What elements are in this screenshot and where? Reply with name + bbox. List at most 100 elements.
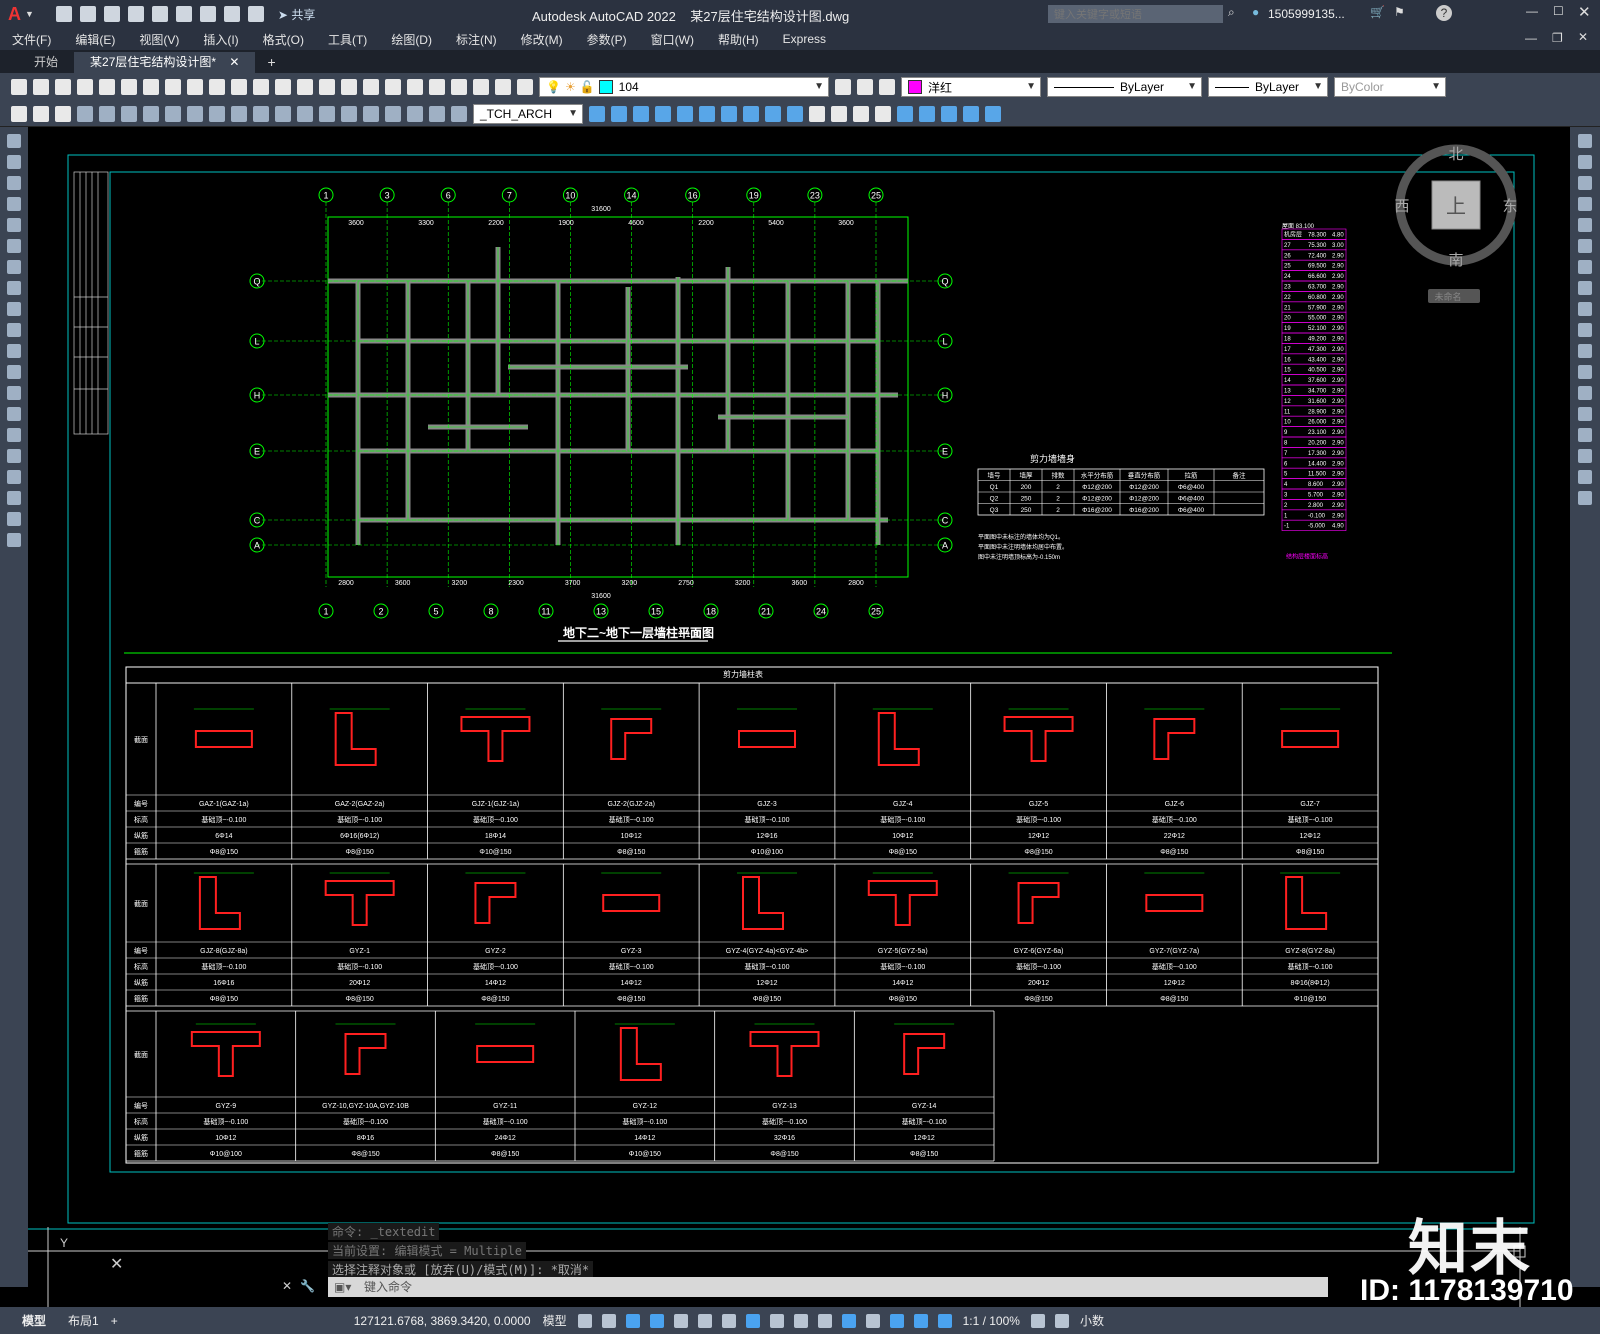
add-layout-icon[interactable]: + xyxy=(111,1314,118,1328)
new-icon[interactable] xyxy=(55,6,72,22)
spline-icon[interactable] xyxy=(7,302,21,316)
layout-tab-1[interactable]: 布局1 xyxy=(68,1312,99,1329)
tolerance-icon[interactable] xyxy=(363,105,379,122)
infer-icon[interactable] xyxy=(625,1313,640,1328)
autodesk-app-icon[interactable]: ⚑ xyxy=(1394,5,1405,19)
copy-icon[interactable] xyxy=(165,79,181,95)
stretch-icon[interactable] xyxy=(1578,302,1592,316)
dim-space-icon[interactable] xyxy=(319,105,335,122)
ellipse-icon[interactable] xyxy=(7,323,21,337)
circle-icon[interactable] xyxy=(7,260,21,274)
linetype-dropdown[interactable]: ByLayer ▼ xyxy=(1047,77,1202,97)
explode-icon[interactable] xyxy=(1578,491,1592,505)
user-name[interactable]: 1505999135... xyxy=(1268,7,1345,21)
share-button[interactable]: ➤ 共享 xyxy=(278,6,315,23)
open-file-icon[interactable] xyxy=(33,79,49,95)
workspace-gear-icon[interactable] xyxy=(1030,1313,1045,1328)
autocad-logo-icon[interactable]: A xyxy=(8,4,21,25)
preview-icon[interactable] xyxy=(99,79,115,95)
layer-state-icon[interactable] xyxy=(879,79,895,95)
extend-icon[interactable] xyxy=(1578,344,1592,358)
ucs-icon[interactable] xyxy=(897,105,913,122)
match-prop-icon[interactable] xyxy=(209,79,225,95)
view-left-icon[interactable] xyxy=(633,105,649,122)
search-box[interactable] xyxy=(1048,5,1226,25)
textstyle-dropdown[interactable]: _TCH_ARCH ▼ xyxy=(473,103,583,124)
gradient-icon[interactable] xyxy=(7,449,21,463)
minimize-icon[interactable]: — xyxy=(1526,4,1538,18)
block-icon[interactable] xyxy=(11,105,27,122)
insert-icon[interactable] xyxy=(33,105,49,122)
osnap-icon[interactable] xyxy=(745,1313,760,1328)
print-icon[interactable] xyxy=(199,6,216,22)
dim-linear-icon[interactable] xyxy=(77,105,93,122)
view-right-icon[interactable] xyxy=(655,105,671,122)
view-front-icon[interactable] xyxy=(589,105,605,122)
qnew-icon[interactable] xyxy=(11,79,27,95)
arc-icon[interactable] xyxy=(7,239,21,253)
annotation-visibility-icon[interactable] xyxy=(937,1313,952,1328)
properties-icon[interactable] xyxy=(363,79,379,95)
search-input[interactable] xyxy=(1048,5,1226,25)
trim-icon[interactable] xyxy=(1578,323,1592,337)
units-dropdown[interactable]: 小数 xyxy=(1080,1312,1104,1329)
menu-help[interactable]: 帮助(H) xyxy=(706,31,771,48)
quick-dim-icon[interactable] xyxy=(253,105,269,122)
undo-tb-icon[interactable] xyxy=(231,79,247,95)
ortho-icon[interactable] xyxy=(649,1313,664,1328)
calculator-icon[interactable] xyxy=(473,79,489,95)
make-current-icon[interactable] xyxy=(835,79,851,95)
lineweight-dropdown[interactable]: ByLayer ▼ xyxy=(1208,77,1328,97)
lineweight-toggle-icon[interactable] xyxy=(769,1313,784,1328)
viewcube[interactable]: 上 北 南 东 西 未命名 xyxy=(1394,144,1518,303)
move-icon[interactable] xyxy=(1578,239,1592,253)
cart-icon[interactable]: 🛒 xyxy=(1370,5,1385,19)
mirror-icon[interactable] xyxy=(1578,176,1592,190)
center-mark-icon[interactable] xyxy=(385,105,401,122)
tab-start[interactable]: 开始 xyxy=(18,52,74,73)
dim-aligned-icon[interactable] xyxy=(99,105,115,122)
revcloud-icon[interactable] xyxy=(7,281,21,295)
layout-tab-model[interactable]: 模型 xyxy=(22,1312,46,1329)
fillet-icon[interactable] xyxy=(1578,449,1592,463)
dim-break-icon[interactable] xyxy=(341,105,357,122)
ucs-world-icon[interactable] xyxy=(919,105,935,122)
visual-style-icon[interactable] xyxy=(809,105,825,122)
view-top-icon[interactable] xyxy=(611,105,627,122)
otrack-icon[interactable] xyxy=(721,1313,736,1328)
hidden-style-icon[interactable] xyxy=(831,105,847,122)
undo-icon[interactable] xyxy=(223,6,240,22)
viewcube-east[interactable]: 东 xyxy=(1502,198,1517,215)
paste-icon[interactable] xyxy=(187,79,203,95)
menu-tools[interactable]: 工具(T) xyxy=(316,31,379,48)
table-icon[interactable] xyxy=(7,491,21,505)
help-tb-icon[interactable] xyxy=(495,79,511,95)
command-customize-icon[interactable]: 🔧 xyxy=(300,1279,315,1293)
annotation-scale[interactable]: 1:1 / 100% xyxy=(963,1314,1020,1328)
3dosnap-icon[interactable] xyxy=(841,1313,856,1328)
view-bottom-icon[interactable] xyxy=(699,105,715,122)
plot-icon[interactable] xyxy=(77,79,93,95)
dim-radius-icon[interactable] xyxy=(165,105,181,122)
realistic-style-icon[interactable] xyxy=(853,105,869,122)
dim-angular-icon[interactable] xyxy=(231,105,247,122)
menu-view[interactable]: 视图(V) xyxy=(127,31,191,48)
add-selected-icon[interactable] xyxy=(7,533,21,547)
design-center-icon[interactable] xyxy=(385,79,401,95)
menu-insert[interactable]: 插入(I) xyxy=(191,31,250,48)
saveas-icon[interactable] xyxy=(127,6,144,22)
cut-icon[interactable] xyxy=(143,79,159,95)
drawing-canvas[interactable]: 3600 3300 2200 1900 4600 2200 5400 3600 31600 280… xyxy=(28,127,1570,1227)
view-back-icon[interactable] xyxy=(677,105,693,122)
menu-edit[interactable]: 编辑(E) xyxy=(63,31,127,48)
close-icon[interactable]: ✕ xyxy=(1578,3,1591,21)
scale-icon[interactable] xyxy=(1578,281,1592,295)
view-nw-icon[interactable] xyxy=(787,105,803,122)
viewcube-west[interactable]: 西 xyxy=(1394,198,1409,215)
color-dropdown[interactable]: 洋红 ▼ xyxy=(901,77,1041,97)
pan-icon[interactable] xyxy=(275,79,291,95)
plotstyle-dropdown[interactable]: ByColor ▼ xyxy=(1334,77,1446,97)
ucs-previous-icon[interactable] xyxy=(941,105,957,122)
search-icon[interactable]: ⌕ xyxy=(1228,5,1235,20)
offset-icon[interactable] xyxy=(1578,197,1592,211)
